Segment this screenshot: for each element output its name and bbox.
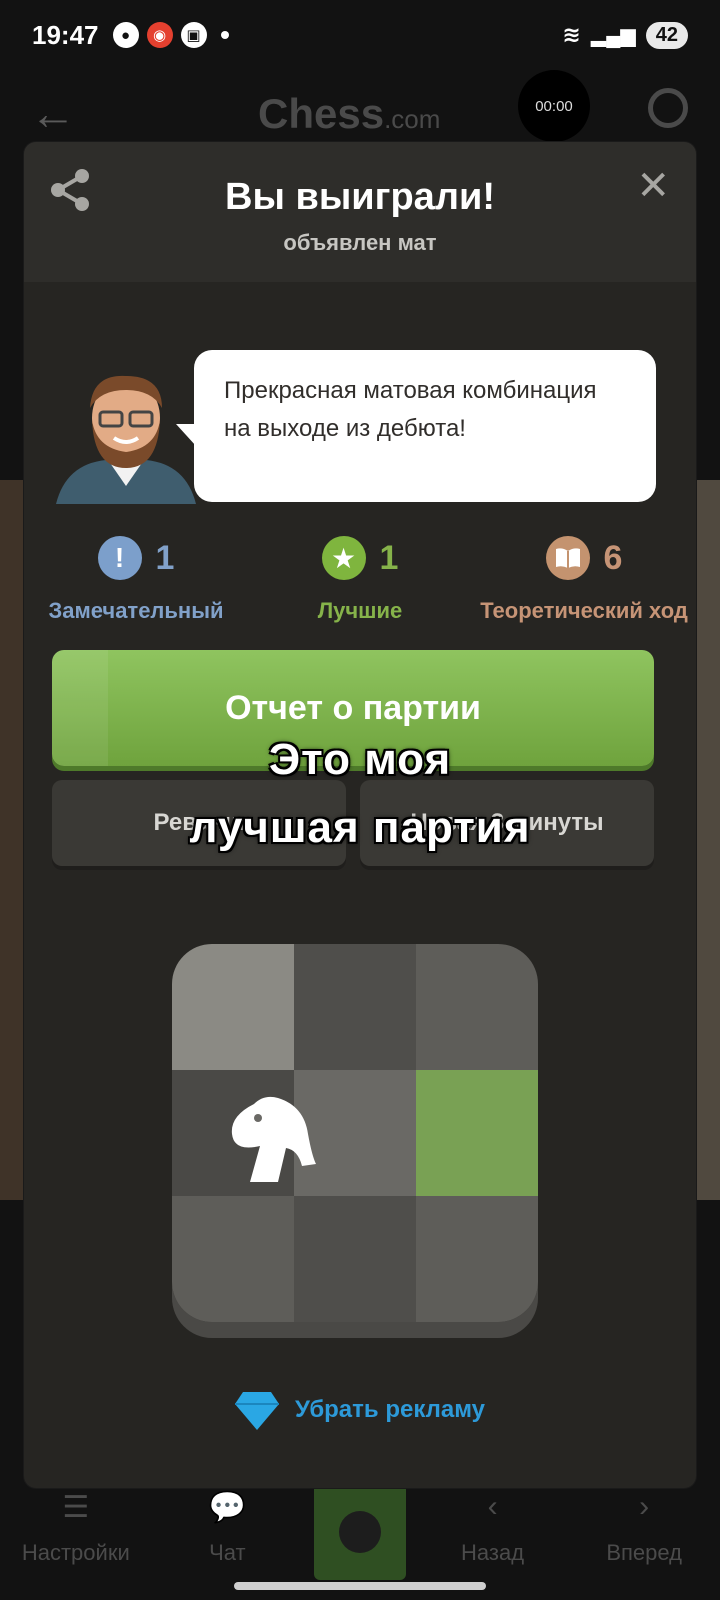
signal-icon: ▂▄▆: [590, 24, 636, 47]
game-over-modal: Вы выиграли! объявлен мат ✕ Прекрасная м…: [24, 142, 696, 1488]
brand-name: Chess: [258, 90, 385, 137]
status-icons: ● ◉ ▣: [112, 22, 229, 48]
recording-timer: 00:00: [518, 70, 590, 142]
stat-best-label: Лучшие: [317, 598, 403, 623]
record-icon: ◉: [146, 22, 173, 48]
diamond-icon: [234, 1392, 279, 1430]
back-arrow-icon[interactable]: ←: [30, 86, 76, 140]
modal-header: Вы выиграли! объявлен мат ✕: [24, 142, 696, 282]
brand-logo: Chess.com: [258, 90, 440, 138]
exclamation-icon: !: [97, 536, 142, 580]
nav-chat[interactable]: 💬 Чат: [162, 1490, 292, 1566]
stat-book-count: 6: [603, 538, 623, 577]
nav-forward[interactable]: › Вперед: [579, 1490, 709, 1566]
stat-book: 6 Теоретический ход: [472, 534, 696, 628]
status-time: 19:47: [32, 19, 99, 50]
battery-indicator: 42: [645, 21, 688, 49]
wifi-icon: ≋: [562, 22, 581, 47]
remove-ads-label: Убрать рекламу: [294, 1396, 486, 1423]
video-caption: Это моя лучшая партия: [24, 726, 696, 862]
modal-subtitle: объявлен мат: [283, 230, 437, 255]
screenshot-icon: ▣: [180, 22, 207, 48]
close-icon[interactable]: ✕: [636, 166, 670, 206]
move-stats: ! 1 Замечательный ★ 1 Лучшие 6 Теоретиче…: [24, 534, 696, 628]
star-icon: ★: [321, 536, 366, 580]
modal-title: Вы выиграли!: [225, 176, 495, 218]
star-icon: [338, 1511, 381, 1553]
nav-review[interactable]: [313, 1484, 406, 1580]
stat-brilliant-count: 1: [155, 538, 175, 577]
stat-best: ★ 1 Лучшие: [248, 534, 472, 628]
chevron-right-icon: ›: [639, 1490, 650, 1523]
keyhole-icon: ●: [112, 22, 139, 48]
remove-ads-link[interactable]: Убрать рекламу: [24, 1390, 696, 1430]
caption-line-2: лучшая партия: [189, 803, 531, 852]
nav-back[interactable]: ‹ Назад: [428, 1490, 558, 1566]
knight-icon: [231, 1096, 316, 1182]
notification-dot-icon: [220, 31, 229, 39]
nav-chat-label: Чат: [209, 1540, 246, 1565]
settings-icon: ☰: [62, 1491, 90, 1524]
coach-speech-bubble: Прекрасная матовая комбинация на выходе …: [176, 350, 656, 502]
chat-icon: 💬: [208, 1491, 247, 1524]
nav-settings[interactable]: ☰ Настройки: [11, 1490, 141, 1566]
nav-forward-label: Вперед: [606, 1540, 682, 1565]
stat-brilliant-label: Замечательный: [48, 598, 224, 623]
stat-best-count: 1: [379, 538, 399, 577]
nav-settings-label: Настройки: [21, 1540, 130, 1565]
home-gesture-bar[interactable]: [234, 1582, 486, 1590]
stat-brilliant: ! 1 Замечательный: [24, 534, 248, 628]
chevron-left-icon: ‹: [487, 1490, 498, 1523]
brand-suffix: .com: [384, 104, 441, 134]
coach-avatar: [56, 375, 196, 504]
stat-book-label: Теоретический ход: [480, 598, 688, 623]
analysis-icon[interactable]: [648, 88, 688, 128]
nav-back-label: Назад: [461, 1540, 525, 1565]
book-icon: [545, 536, 590, 580]
status-bar: 19:47 ● ◉ ▣ ≋ ▂▄▆ 42: [0, 0, 720, 70]
caption-line-1: Это моя: [268, 735, 452, 784]
